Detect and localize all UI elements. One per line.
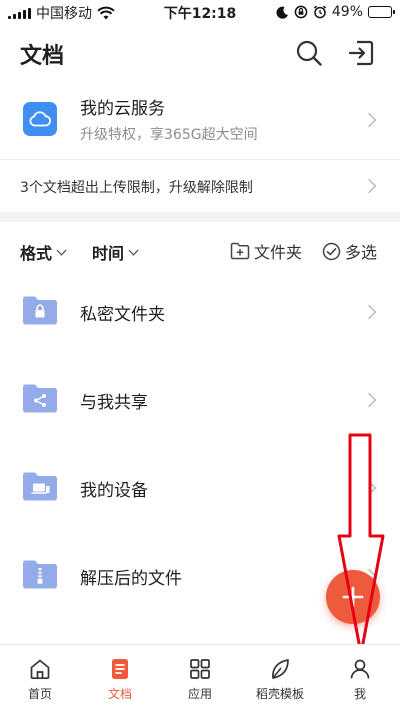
upload-limit-notice[interactable]: 3个文档超出上传限制，升级解除限制 xyxy=(0,160,400,212)
tab-templates[interactable]: 稻壳模板 xyxy=(240,645,320,710)
status-bar: 中国移动 下午12:18 49% xyxy=(0,0,400,26)
share-folder-icon xyxy=(23,384,57,413)
upload-limit-text: 3个文档超出上传限制，升级解除限制 xyxy=(20,180,253,196)
battery-percent: 49% xyxy=(331,4,363,20)
signal-icon xyxy=(8,7,31,19)
alarm-icon xyxy=(313,5,326,19)
leaf-icon xyxy=(272,659,289,679)
cloud-service-title: 我的云服务 xyxy=(80,99,165,119)
cloud-service-card[interactable]: 我的云服务 升级特权，享365G超大空间 xyxy=(0,80,400,160)
folder-item-shared[interactable]: 与我共享 xyxy=(0,356,400,444)
tab-label: 稻壳模板 xyxy=(255,687,304,701)
carrier-name: 中国移动 xyxy=(36,6,92,22)
plus-icon xyxy=(342,586,364,608)
folder-item-apps[interactable]: 应用 xyxy=(0,620,400,644)
zip-folder-icon xyxy=(23,560,57,589)
chevron-right-icon xyxy=(361,304,377,320)
tab-label: 应用 xyxy=(187,687,212,701)
tab-me[interactable]: 我 xyxy=(320,645,400,710)
folder-item-private[interactable]: 私密文件夹 xyxy=(0,268,400,356)
folder-label: 解压后的文件 xyxy=(80,569,182,589)
chevron-right-icon xyxy=(361,480,377,496)
time-filter[interactable]: 时间 xyxy=(92,240,139,264)
chevron-down-icon xyxy=(128,245,139,255)
tab-label: 文档 xyxy=(107,687,132,701)
bottom-tab-bar: 首页 文档 应用 稻壳模板 我 xyxy=(0,644,400,710)
folder-label: 私密文件夹 xyxy=(80,305,165,325)
chevron-right-icon xyxy=(361,178,377,194)
chevron-right-icon xyxy=(361,112,377,128)
page-title: 文档 xyxy=(20,44,65,69)
folder-label: 我的设备 xyxy=(80,481,148,501)
folder-label: 与我共享 xyxy=(80,393,148,413)
check-circle-icon xyxy=(322,242,341,260)
folder-item-devices[interactable]: 我的设备 xyxy=(0,444,400,532)
tab-apps[interactable]: 应用 xyxy=(160,645,240,710)
moon-icon xyxy=(276,6,288,19)
rotation-lock-icon xyxy=(294,5,308,19)
wifi-icon xyxy=(97,6,115,20)
multi-select-label: 多选 xyxy=(345,243,378,262)
cloud-service-subtitle: 升级特权，享365G超大空间 xyxy=(80,127,258,143)
time-filter-label: 时间 xyxy=(92,244,125,263)
format-filter-label: 格式 xyxy=(20,244,53,263)
tab-label: 首页 xyxy=(27,687,52,701)
add-button[interactable] xyxy=(326,570,380,624)
multi-select-button[interactable]: 多选 xyxy=(322,239,377,263)
format-filter[interactable]: 格式 xyxy=(20,240,67,264)
tab-home[interactable]: 首页 xyxy=(0,645,80,710)
profile-icon xyxy=(350,659,370,679)
tab-documents[interactable]: 文档 xyxy=(80,645,160,710)
title-bar: 文档 xyxy=(0,26,400,80)
cloud-icon xyxy=(23,102,57,136)
apps-grid-icon xyxy=(190,659,210,679)
search-icon[interactable] xyxy=(294,38,324,68)
new-folder-label: 文件夹 xyxy=(254,243,303,262)
add-folder-icon xyxy=(230,242,250,260)
tab-label: 我 xyxy=(353,687,366,701)
battery-icon xyxy=(368,6,395,18)
chevron-down-icon xyxy=(56,245,67,255)
device-folder-icon xyxy=(23,472,57,501)
import-icon[interactable] xyxy=(346,38,376,68)
chevron-right-icon xyxy=(361,392,377,408)
new-folder-button[interactable]: 文件夹 xyxy=(230,239,302,263)
home-icon xyxy=(30,659,50,680)
lock-folder-icon xyxy=(23,296,57,325)
document-icon xyxy=(112,659,128,679)
